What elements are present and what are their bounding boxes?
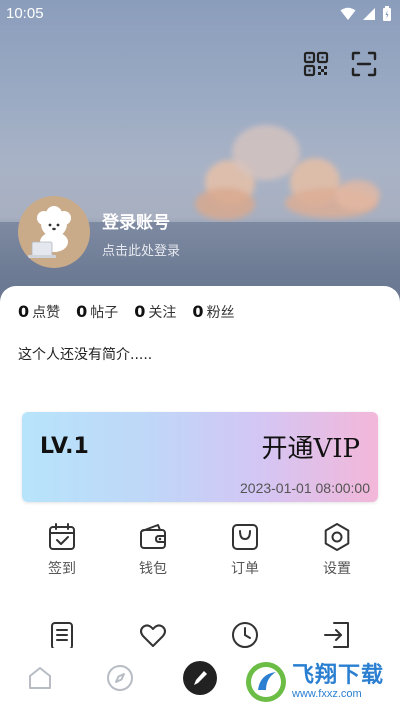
shopping-bag-icon: [232, 524, 258, 550]
home-icon: [29, 667, 51, 689]
grid-label: 订单: [231, 561, 259, 577]
stat-label: 关注: [148, 305, 177, 321]
signal-icon: [363, 8, 375, 20]
stat-label: 帖子: [90, 305, 119, 321]
note-icon: [51, 622, 73, 650]
login-subtitle[interactable]: 点击此处登录: [102, 240, 180, 259]
grid-item-logout[interactable]: [307, 620, 367, 650]
feature-grid-row-2: [0, 620, 400, 650]
watermark: 飞翔下载 www.fxxz.com: [244, 654, 394, 710]
wallet-icon: [140, 524, 166, 549]
dog-illustration-icon: [28, 206, 71, 258]
profile-bio: 这个人还没有简介.....: [18, 347, 153, 363]
vip-level: LV.1: [40, 434, 89, 459]
watermark-logo-icon: [246, 662, 286, 702]
watermark-url: www.fxxz.com: [292, 687, 362, 700]
grid-item-history[interactable]: [215, 620, 275, 650]
grid-label: 签到: [48, 561, 76, 577]
qr-code-icon[interactable]: [302, 50, 330, 78]
open-vip-button[interactable]: 开通VIP: [261, 428, 360, 465]
stat-following[interactable]: 0 关注: [134, 302, 176, 322]
stat-posts[interactable]: 0 帖子: [76, 302, 118, 322]
stats-row: 0 点赞 0 帖子 0 关注 0 粉丝: [18, 302, 235, 322]
grid-item-orders[interactable]: 订单: [215, 522, 275, 578]
feature-grid: 签到 钱包 订单 设置: [0, 522, 400, 592]
stat-value: 0: [76, 302, 88, 321]
status-bar: 10:05: [0, 0, 400, 28]
status-time: 10:05: [6, 5, 44, 22]
stat-label: 粉丝: [206, 305, 235, 321]
stat-followers[interactable]: 0 粉丝: [192, 302, 234, 322]
scan-icon[interactable]: [350, 50, 378, 78]
vip-date: 2023-01-01 08:00:00: [240, 480, 370, 496]
grid-item-wallet[interactable]: 钱包: [123, 522, 183, 578]
nav-home[interactable]: [20, 658, 60, 698]
hexagon-settings-icon: [324, 523, 350, 551]
stat-likes[interactable]: 0 点赞: [18, 302, 60, 322]
nav-publish[interactable]: [180, 658, 220, 698]
login-title[interactable]: 登录账号: [102, 208, 170, 233]
grid-item-settings[interactable]: 设置: [307, 522, 367, 578]
battery-icon: [383, 6, 391, 21]
heart-icon: [140, 624, 166, 647]
logout-icon: [324, 622, 349, 648]
compass-icon: [107, 665, 133, 691]
grid-item-notes[interactable]: [32, 620, 92, 650]
stat-label: 点赞: [32, 305, 61, 321]
grid-item-checkin[interactable]: 签到: [32, 522, 92, 578]
nav-discover[interactable]: [100, 658, 140, 698]
stat-value: 0: [134, 302, 146, 321]
clock-icon: [232, 622, 258, 648]
vip-card[interactable]: LV.1 开通VIP 2023-01-01 08:00:00: [22, 412, 378, 502]
grid-label: 设置: [323, 561, 351, 577]
stat-value: 0: [192, 302, 204, 321]
grid-label: 钱包: [139, 561, 167, 577]
pen-icon: [183, 661, 217, 695]
stat-value: 0: [18, 302, 30, 321]
calendar-check-icon: [49, 523, 75, 550]
watermark-text: 飞翔下载: [292, 662, 385, 688]
wifi-icon: [340, 7, 356, 20]
avatar[interactable]: [18, 196, 90, 268]
grid-item-favorites[interactable]: [123, 620, 183, 650]
